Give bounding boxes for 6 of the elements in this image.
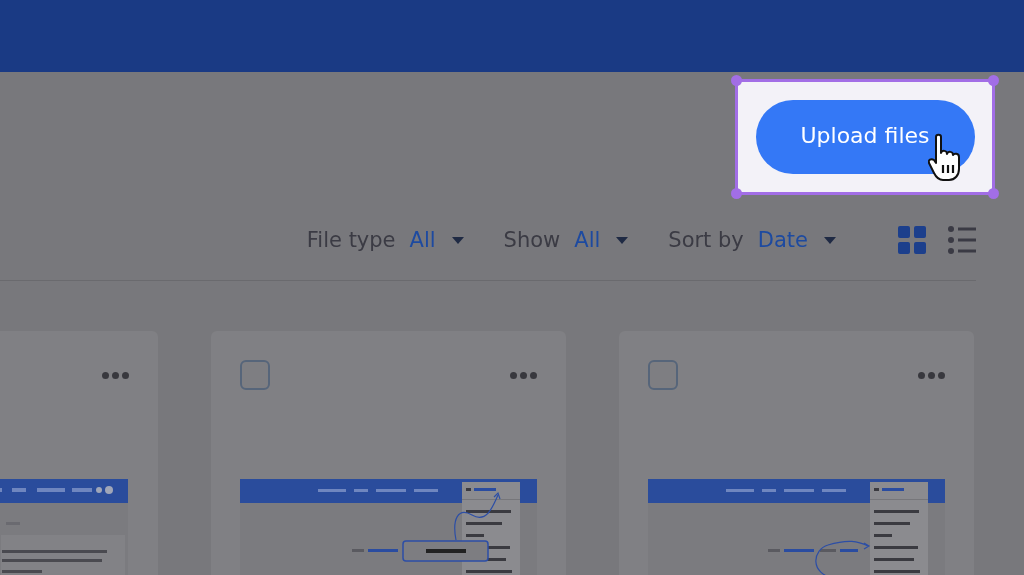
filter-dropdown[interactable]: All [574, 228, 601, 252]
filter-label: Sort by [668, 228, 744, 252]
filter-label: File type [306, 228, 396, 252]
filter-dropdown[interactable]: Date [757, 228, 808, 252]
filter-dropdown[interactable]: All [409, 228, 436, 252]
filter-label: Show [503, 228, 561, 252]
